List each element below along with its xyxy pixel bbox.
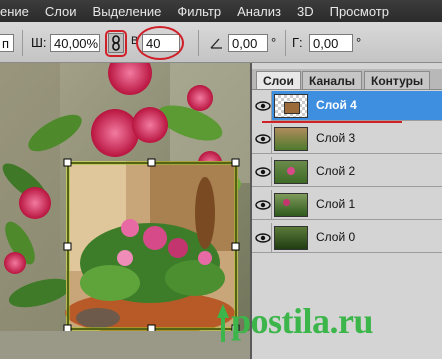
menu-item-view[interactable]: Просмотр — [322, 4, 397, 19]
tab-channels[interactable]: Каналы — [302, 71, 362, 89]
eye-icon[interactable] — [254, 97, 272, 115]
highlight-circle — [136, 26, 184, 60]
menu-item-filter[interactable]: Фильтр — [169, 4, 229, 19]
tab-layers[interactable]: Слои — [256, 71, 301, 89]
reference-point-field[interactable]: п — [0, 34, 14, 52]
angle-unit: ° — [271, 35, 277, 50]
separator — [285, 30, 286, 56]
skew-input[interactable]: 0,00 — [309, 34, 353, 52]
tab-paths[interactable]: Контуры — [364, 71, 431, 89]
width-input[interactable]: 40,00% — [50, 34, 100, 52]
separator — [22, 30, 23, 56]
layer-row-0[interactable]: Слой 0 — [252, 223, 442, 253]
width-label: Ш: — [31, 35, 47, 50]
watermark-logo: postila.ru — [215, 300, 442, 350]
layer-name: Слой 0 — [316, 230, 356, 244]
layer-row-4[interactable]: Слой 4 — [252, 91, 442, 121]
menu-item-analysis[interactable]: Анализ — [229, 4, 289, 19]
document-canvas[interactable] — [0, 63, 250, 359]
eye-icon[interactable] — [254, 196, 272, 214]
menu-bar: ение Слои Выделение Фильтр Анализ 3D Про… — [0, 0, 442, 22]
skew-label: Г: — [292, 35, 303, 50]
layer-row-1[interactable]: Слой 1 — [252, 190, 442, 220]
layer-name: Слой 1 — [316, 197, 356, 211]
menu-item-layers[interactable]: Слои — [37, 4, 85, 19]
watermark-text: postila.ru — [231, 301, 374, 341]
layer-name: Слой 3 — [316, 131, 356, 145]
layer-thumbnail — [274, 160, 308, 184]
panel-tabs: Слои Каналы Контуры — [252, 69, 442, 90]
layer-thumbnail — [274, 226, 308, 250]
layer-thumbnail — [274, 127, 308, 151]
photo-image — [0, 63, 250, 359]
angle-icon — [210, 38, 222, 49]
menu-item-select[interactable]: Выделение — [85, 4, 170, 19]
layer-name: Слой 2 — [316, 164, 356, 178]
layer-thumbnail — [274, 94, 308, 118]
layer-row-3[interactable]: Слой 3 — [252, 124, 442, 154]
eye-icon[interactable] — [254, 130, 272, 148]
red-underline — [262, 121, 402, 123]
separator — [198, 30, 199, 56]
layer-row-2[interactable]: Слой 2 — [252, 157, 442, 187]
angle-input[interactable]: 0,00 — [228, 34, 268, 52]
options-bar: п Ш: 40,00% В 40 0,00 ° Г: 0,00 ° — [0, 22, 442, 63]
menu-item-edit[interactable]: ение — [0, 4, 37, 19]
highlight-box — [105, 30, 127, 57]
eye-icon[interactable] — [254, 163, 272, 181]
layer-name: Слой 4 — [316, 98, 357, 112]
layer-thumbnail — [274, 193, 308, 217]
menu-item-3d[interactable]: 3D — [289, 4, 322, 19]
skew-unit: ° — [356, 35, 362, 50]
eye-icon[interactable] — [254, 229, 272, 247]
pin-icon — [217, 304, 229, 342]
